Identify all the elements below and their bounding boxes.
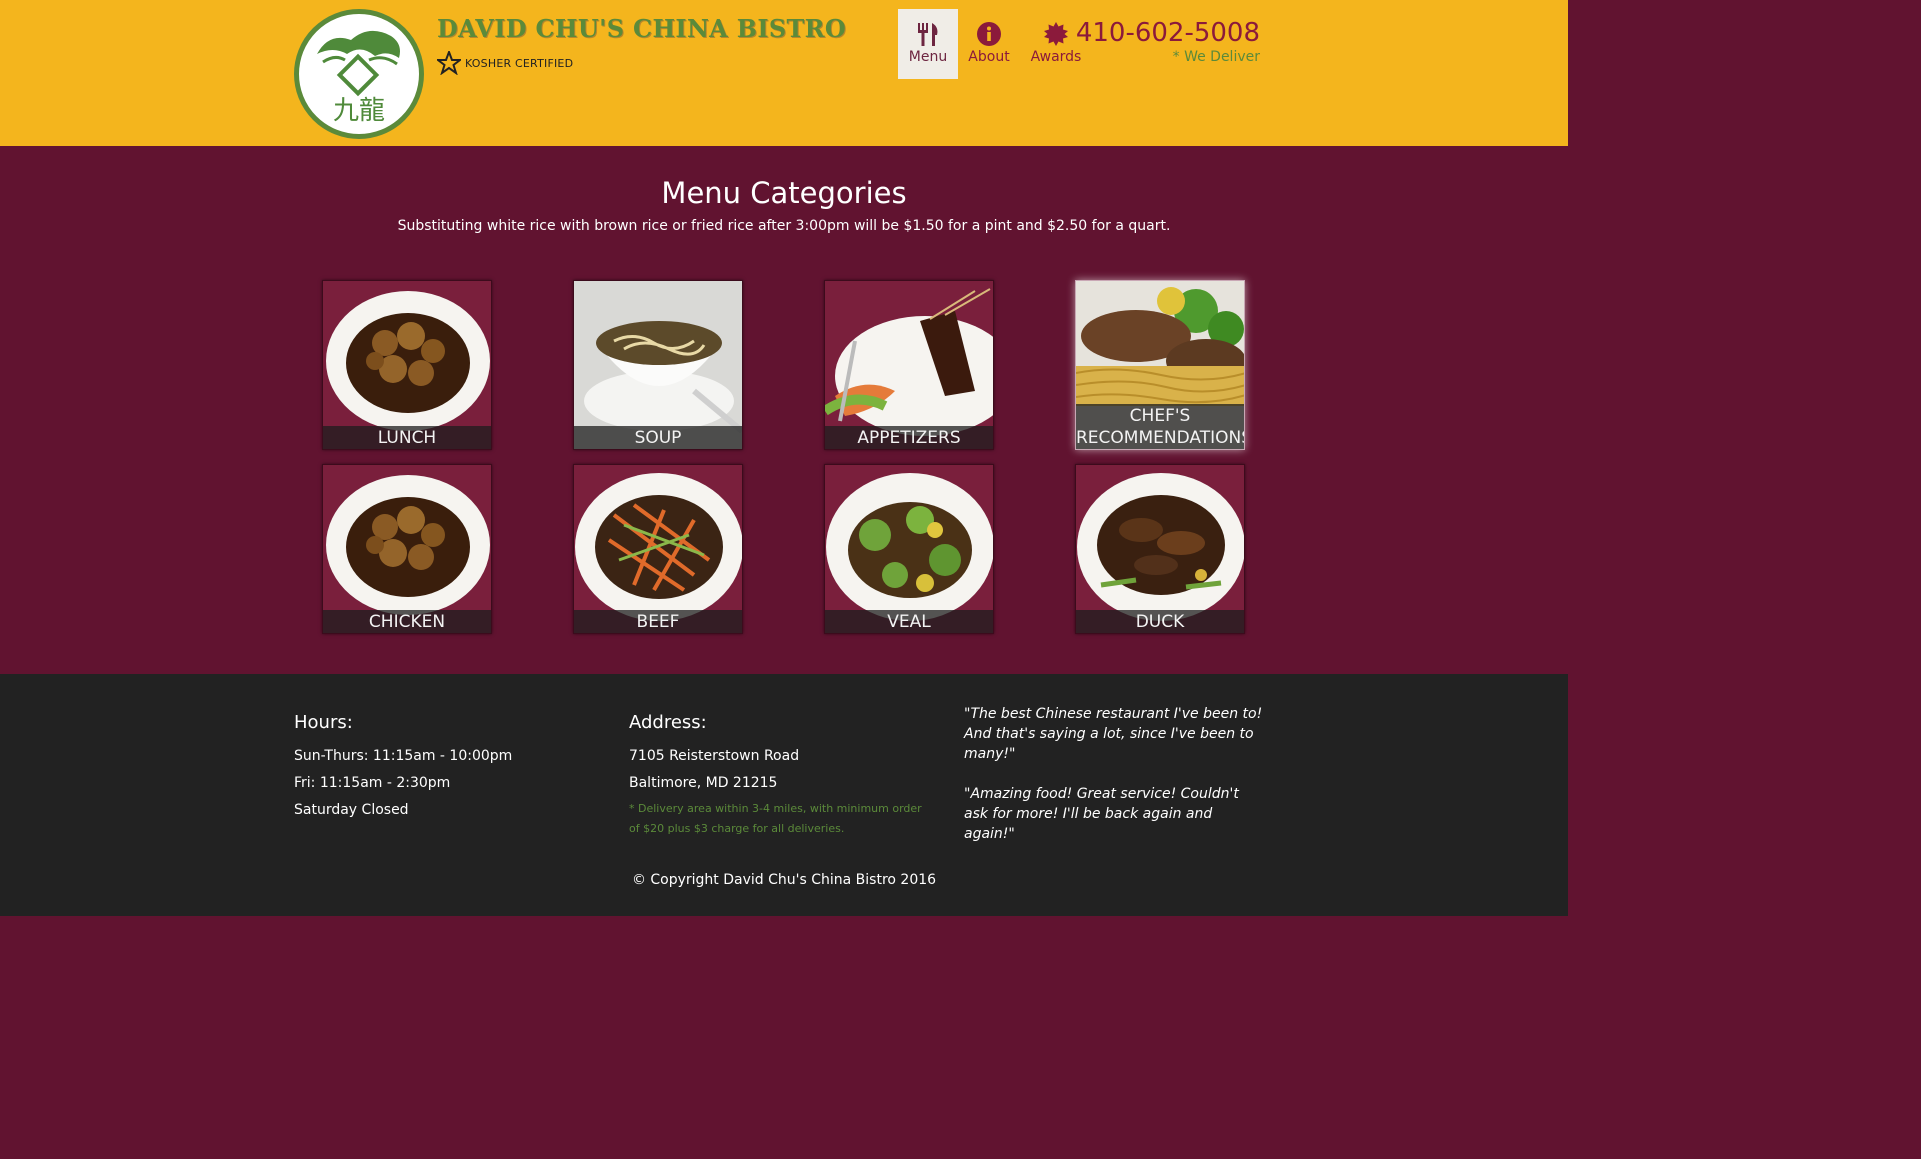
soup-dish-image [574,281,742,449]
appetizers-dish-image [825,281,993,449]
nav-about[interactable]: About [959,9,1019,79]
category-tile-appetizers[interactable]: APPETIZERS [824,280,994,450]
category-tile-soup[interactable]: SOUP [573,280,743,450]
hours-line: Sun-Thurs: 11:15am - 10:00pm [294,748,513,764]
tile-label: APPETIZERS [825,426,993,449]
nav-awards-label: Awards [1030,49,1082,65]
testimonial-quote: "The best Chinese restaurant I've been t… [964,706,1263,762]
site-header: 九龍 DAVID CHU'S CHINA BISTRO KOSHER CERTI… [0,0,1568,146]
tile-label: SOUP [574,426,742,449]
star-icon [437,51,461,75]
veal-dish-image [825,465,993,633]
fork-knife-icon [918,23,938,46]
address-section: Address: 7105 Reisterstown Road Baltimor… [629,712,929,839]
brand-title[interactable]: DAVID CHU'S CHINA BISTRO [437,14,846,43]
nav-about-label: About [968,49,1010,65]
category-tile-beef[interactable]: BEEF [573,464,743,634]
beef-dish-image [574,465,742,633]
address-title: Address: [629,712,707,733]
rice-substitution-note: Substituting white rice with brown rice … [397,218,1171,234]
kosher-label: KOSHER CERTIFIED [465,56,574,70]
hours-section: Hours: Sun-Thurs: 11:15am - 10:00pm Fri:… [294,712,512,824]
tile-label: LUNCH [323,426,491,449]
tile-label: CHEF'S RECOMMENDATIONS [1076,404,1245,449]
lunch-dish-image [323,281,491,449]
tile-label: DUCK [1076,610,1244,633]
award-seal-icon [1044,22,1068,46]
category-tile-chefs-recommendations[interactable]: CHEF'S RECOMMENDATIONS [1075,280,1245,450]
category-tile-duck[interactable]: DUCK [1075,464,1245,634]
nav-menu-label: Menu [908,49,948,65]
hours-title: Hours: [294,712,353,733]
dragon-logo[interactable]: 九龍 [294,9,424,139]
chicken-dish-image [323,465,491,633]
tile-label: CHICKEN [323,610,491,633]
delivery-note: * Delivery area within 3-4 miles, with m… [629,802,922,835]
nav-menu[interactable]: Menu [898,9,958,79]
we-deliver-note: * We Deliver [1172,49,1260,65]
hours-line: Saturday Closed [294,802,409,818]
testimonial-quote: "Amazing food! Great service! Couldn't a… [964,786,1239,842]
tile-label: BEEF [574,610,742,633]
testimonials-section: "The best Chinese restaurant I've been t… [964,704,1264,864]
category-tile-veal[interactable]: VEAL [824,464,994,634]
copyright-text: © Copyright David Chu's China Bistro 201… [631,872,937,888]
tile-label: VEAL [825,610,993,633]
svg-text:九龍: 九龍 [333,96,385,126]
kosher-badge: KOSHER CERTIFIED [437,51,573,75]
hours-line: Fri: 11:15am - 2:30pm [294,775,451,791]
category-tile-lunch[interactable]: LUNCH [322,280,492,450]
site-footer: Hours: Sun-Thurs: 11:15am - 10:00pm Fri:… [0,674,1568,916]
category-tile-chicken[interactable]: CHICKEN [322,464,492,634]
duck-dish-image [1076,465,1244,633]
address-line: Baltimore, MD 21215 [629,775,778,791]
address-line: 7105 Reisterstown Road [629,748,800,764]
menu-section: Menu Categories Substituting white rice … [0,146,1568,674]
phone-number[interactable]: 410-602-5008 [1076,18,1260,48]
info-icon [977,22,1001,46]
page-title: Menu Categories [661,176,907,210]
